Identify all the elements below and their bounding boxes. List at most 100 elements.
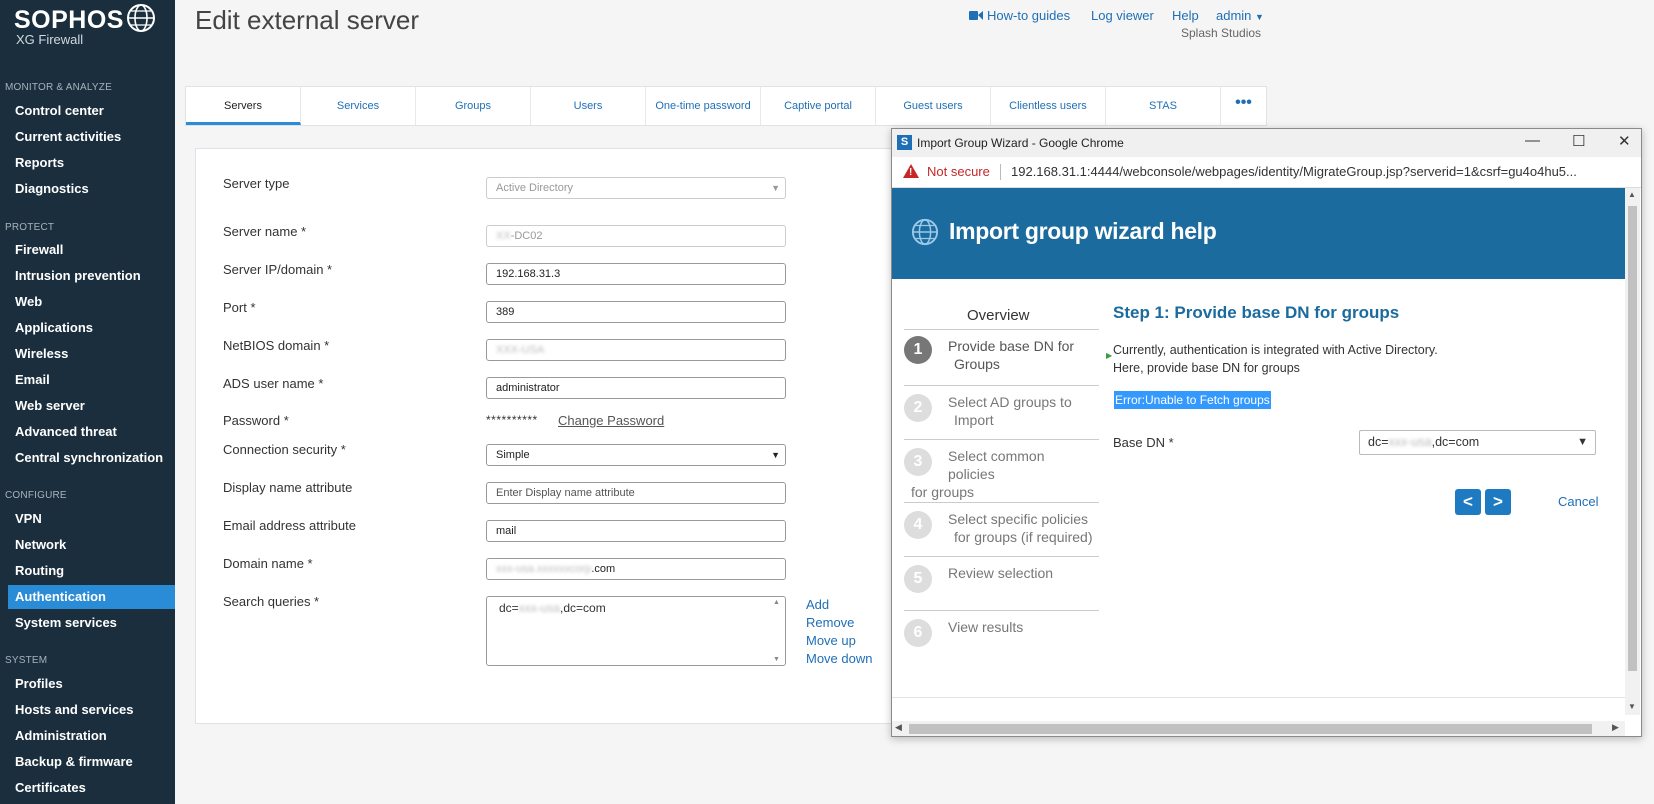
tab-stas[interactable]: STAS [1106,87,1221,125]
nav-wireless[interactable]: Wireless [8,342,175,366]
scroll-down-icon[interactable]: ▼ [773,656,780,663]
textarea-scrollbar[interactable]: ▲ ▼ [771,599,783,663]
nav-profiles[interactable]: Profiles [8,672,175,696]
ads-user-input[interactable]: administrator [486,377,786,399]
nav-intrusion-prevention[interactable]: Intrusion prevention [8,264,175,288]
product-name: XG Firewall [16,32,84,47]
server-type-select[interactable]: Active Directory ▼ [486,177,786,199]
nav-vpn[interactable]: VPN [8,507,175,531]
domain-name-input[interactable]: xxx-usa.xxxxxxcorp.com [486,558,786,580]
connection-security-select[interactable]: Simple ▼ [486,444,786,466]
base-dn-prefix: dc= [1368,435,1389,449]
horizontal-scrollbar[interactable]: ◀ ▶ [892,721,1625,736]
step-number: 2 [904,394,932,422]
overview-heading: Overview [967,307,1030,324]
search-queries-list[interactable]: dc=xxx-usa,dc=com ▲ ▼ [486,596,786,666]
scroll-right-icon[interactable]: ▶ [1612,722,1619,733]
minimize-icon[interactable]: — [1525,132,1540,149]
nav-routing[interactable]: Routing [8,559,175,583]
nav-current-activities[interactable]: Current activities [8,125,175,149]
wizard-step-2: 2 Select AD groups to Import [904,385,1099,440]
globe-icon [911,218,939,246]
how-to-guides-link[interactable]: How-to guides [987,8,1070,23]
nav-administration[interactable]: Administration [8,724,175,748]
nav-backup-firmware[interactable]: Backup & firmware [8,750,175,774]
log-viewer-link[interactable]: Log viewer [1091,8,1154,23]
tab-guest-users[interactable]: Guest users [876,87,991,125]
address-bar[interactable]: ! Not secure 192.168.31.1:4444/webconsol… [892,157,1641,188]
nav-reports[interactable]: Reports [8,151,175,175]
caret-down-icon: ▼ [771,450,780,460]
move-down-link[interactable]: Move down [806,651,872,666]
admin-menu[interactable]: admin ▼ [1216,8,1264,23]
nav-network[interactable]: Network [8,533,175,557]
email-attr-input[interactable]: mail [486,520,786,542]
remove-query-link[interactable]: Remove [806,615,854,630]
display-name-attr-label: Display name attribute [223,480,353,495]
more-tabs-icon[interactable]: ••• [1221,87,1266,125]
add-query-link[interactable]: Add [806,597,829,612]
scroll-thumb[interactable] [909,724,1592,734]
page-title: Edit external server [195,5,419,35]
wizard-step-4: 4 Select specific policies for groups (i… [904,502,1099,557]
nav-system-services[interactable]: System services [8,611,175,635]
url-text[interactable]: 192.168.31.1:4444/webconsole/webpages/id… [1011,164,1636,179]
organization-name: Splash Studios [1181,26,1262,40]
port-input[interactable]: 389 [486,301,786,323]
nav-web-server[interactable]: Web server [8,394,175,418]
nav-applications[interactable]: Applications [8,316,175,340]
tab-users[interactable]: Users [531,87,646,125]
tab-captive-portal[interactable]: Captive portal [761,87,876,125]
display-name-attr-input[interactable]: Enter Display name attribute [486,482,786,504]
base-dn-suffix: ,dc=com [1431,435,1480,449]
server-type-label: Server type [223,176,290,191]
scroll-down-icon[interactable]: ▼ [1628,702,1636,711]
window-titlebar[interactable]: S Import Group Wizard - Google Chrome — … [892,129,1641,157]
not-secure-label[interactable]: Not secure [927,164,990,179]
nav-email[interactable]: Email [8,368,175,392]
cancel-link[interactable]: Cancel [1558,494,1598,509]
redacted-text: xxx-usa [518,601,561,615]
step-number: 5 [904,565,932,593]
help-link[interactable]: Help [1172,8,1199,23]
step-2-line-1: Select AD groups to [948,394,1072,410]
tab-groups[interactable]: Groups [416,87,531,125]
netbios-input[interactable]: XXX-USA [486,339,786,361]
scroll-thumb[interactable] [1628,206,1637,671]
nav-diagnostics[interactable]: Diagnostics [8,177,175,201]
server-name-input[interactable]: XX-DC02 [486,225,786,247]
step-intro: Currently, authentication is integrated … [1113,341,1438,377]
nav-advanced-threat[interactable]: Advanced threat [8,420,175,444]
nav-web[interactable]: Web [8,290,175,314]
caret-down-icon: ▼ [771,183,780,193]
scroll-up-icon[interactable]: ▲ [1628,190,1636,199]
previous-button[interactable]: < [1455,489,1481,515]
close-icon[interactable]: ✕ [1618,132,1631,150]
tab-one-time-password[interactable]: One-time password [646,87,761,125]
video-camera-icon [969,11,983,20]
server-ip-input[interactable]: 192.168.31.3 [486,263,786,285]
move-up-link[interactable]: Move up [806,633,856,648]
nav-hosts-and-services[interactable]: Hosts and services [8,698,175,722]
maximize-icon[interactable]: ☐ [1572,132,1585,150]
next-button[interactable]: > [1485,489,1511,515]
step-label: Select AD groups to Import [948,393,1072,429]
warning-exclamation: ! [909,167,913,178]
tab-clientless-users[interactable]: Clientless users [991,87,1106,125]
nav-central-synchronization[interactable]: Central synchronization [8,446,175,470]
vertical-scrollbar[interactable]: ▲ ▼ [1625,188,1640,715]
nav-control-center[interactable]: Control center [8,99,175,123]
query-suffix: ,dc=com [560,601,606,615]
base-dn-select[interactable]: dc=xxx-usa,dc=com ▼ [1359,430,1596,455]
connection-security-value: Simple [496,449,530,461]
scroll-up-icon[interactable]: ▲ [773,599,780,606]
tab-services[interactable]: Services [301,87,416,125]
nav-certificates[interactable]: Certificates [8,776,175,800]
server-name-label: Server name * [223,224,307,239]
nav-authentication[interactable]: Authentication [8,585,175,609]
step-2-line-2: Import [954,412,994,428]
tab-servers[interactable]: Servers [186,87,301,125]
change-password-link[interactable]: Change Password [558,413,664,428]
nav-firewall[interactable]: Firewall [8,238,175,262]
scroll-left-icon[interactable]: ◀ [895,722,902,733]
